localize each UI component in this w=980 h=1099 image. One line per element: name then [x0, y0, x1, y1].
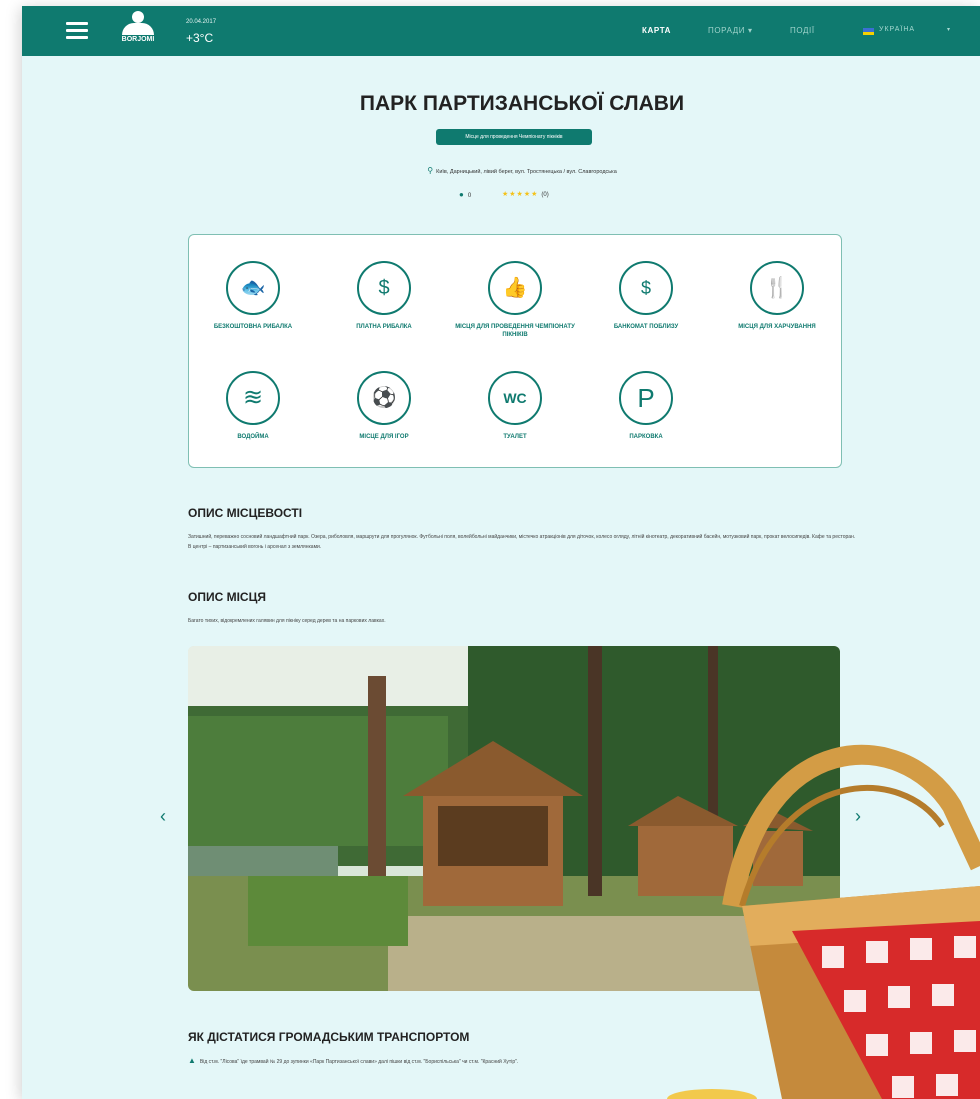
chevron-down-icon[interactable]: ▾ [947, 26, 950, 33]
amenities-card: 🐟 БЕЗКОШТОВНА РИБАЛКА $ ПЛАТНА РИБАЛКА 👍… [188, 234, 842, 468]
comments-count[interactable]: ● 0 [459, 190, 471, 199]
page-title: ПАРК ПАРТИЗАНСЬКОЇ СЛАВИ [359, 92, 685, 115]
current-date: 20.04.2017 [186, 19, 217, 25]
place-description-text: Багато тихих, відокремлених галявин для … [188, 618, 386, 624]
amenity-free-fishing: 🐟 БЕЗКОШТОВНА РИБАЛКА [193, 261, 313, 331]
address-text: Київ, Дарницький, лівий берег, вул. Трос… [436, 169, 617, 175]
amenity-label: МІСЦЯ ДЛЯ ПРОВЕДЕННЯ ЧЕМПІОНАТУ ПІКНІКІВ [455, 324, 575, 338]
amenity-toilet: WC ТУАЛЕТ [455, 371, 575, 441]
borjomi-logo[interactable]: BORJOMI [118, 11, 158, 51]
amenity-paid-fishing: $ ПЛАТНА РИБАЛКА [324, 261, 444, 331]
address: ⚲ Київ, Дарницький, лівий берег, вул. Тро… [22, 166, 980, 175]
amenity-label: БЕЗКОШТОВНА РИБАЛКА [213, 324, 293, 330]
wc-icon: WC [503, 390, 527, 406]
amenity-label: МІСЦЯ ДЛЯ ХАРЧУВАННЯ [738, 324, 816, 330]
place-description-title: ОПИС МІСЦЯ [188, 590, 266, 604]
amenity-food: 🍴 МІСЦЯ ДЛЯ ХАРЧУВАННЯ [717, 261, 837, 331]
location-pin-icon: ⚲ [427, 166, 434, 175]
star-icons: ★★★★★ [502, 191, 539, 198]
comments-number: 0 [467, 193, 472, 199]
logo-text: BORJOMI [121, 36, 155, 43]
rating-stars[interactable]: ★★★★★ (0) [502, 190, 549, 198]
atm-icon: $ [640, 278, 651, 298]
fish-icon: 🐟 [240, 277, 266, 299]
transport-info: ▲ Від ст.м. "Лісова" їде трамвай № 29 до … [188, 1056, 518, 1065]
amenity-label: МІСЦЕ ДЛЯ ІГОР [359, 434, 409, 440]
amenity-water: ≋ ВОДОЙМА [193, 371, 313, 441]
championship-badge: Місце для проведення Чемпіонату пікніків [436, 129, 592, 145]
games-icon: ⚽ [371, 387, 397, 409]
amenity-championship: 👍 МІСЦЯ ДЛЯ ПРОВЕДЕННЯ ЧЕМПІОНАТУ ПІКНІК… [455, 261, 575, 339]
transport-icon: ▲ [188, 1056, 196, 1065]
water-icon: ≋ [242, 384, 264, 411]
page-frame: BORJOMI 20.04.2017 +3°C КАРТА ПОРАДИ ▾ П… [22, 6, 980, 1099]
area-description-title: ОПИС МІСЦЕВОСТІ [188, 506, 303, 520]
nav-tips[interactable]: ПОРАДИ ▾ [708, 26, 753, 35]
carousel-prev-button[interactable]: ‹ [160, 806, 166, 827]
nav-events[interactable]: ПОДІЇ [790, 26, 815, 35]
language-selector[interactable]: УКРАЇНА [879, 26, 915, 33]
area-description-text: Затишний, переважно сосновий ландшафтний… [188, 534, 856, 550]
carousel-next-button[interactable]: › [855, 806, 861, 827]
food-icon: 🍴 [764, 277, 790, 299]
amenity-atm: $ БАНКОМАТ ПОБЛИЗУ [586, 261, 706, 331]
amenity-parking: P ПАРКОВКА [586, 371, 706, 441]
amenity-label: ТУАЛЕТ [503, 434, 527, 440]
top-navigation-bar: BORJOMI 20.04.2017 +3°C КАРТА ПОРАДИ ▾ П… [22, 6, 980, 56]
transport-title: ЯК ДІСТАТИСЯ ГРОМАДСЬКИМ ТРАНСПОРТОМ [188, 1030, 470, 1044]
comment-icon: ● [459, 190, 464, 199]
ukraine-flag-icon [863, 28, 874, 35]
parking-icon: P [637, 383, 655, 413]
transport-text: Від ст.м. "Лісова" їде трамвай № 29 до з… [199, 1059, 519, 1065]
thumbs-up-icon: 👍 [502, 277, 528, 299]
amenity-label: ВОДОЙМА [237, 434, 269, 440]
paid-fishing-icon: $ [378, 277, 390, 299]
menu-icon[interactable] [66, 22, 88, 40]
amenity-label: БАНКОМАТ ПОБЛИЗУ [613, 324, 679, 330]
gazebo-photo-image [188, 646, 840, 991]
temperature: +3°C [186, 31, 214, 45]
amenity-label: ПАРКОВКА [629, 434, 663, 440]
nav-map[interactable]: КАРТА [642, 26, 671, 35]
amenity-games: ⚽ МІСЦЕ ДЛЯ ІГОР [324, 371, 444, 441]
rating-count: (0) [541, 192, 549, 198]
amenity-label: ПЛАТНА РИБАЛКА [356, 324, 412, 330]
place-photo [188, 646, 840, 991]
